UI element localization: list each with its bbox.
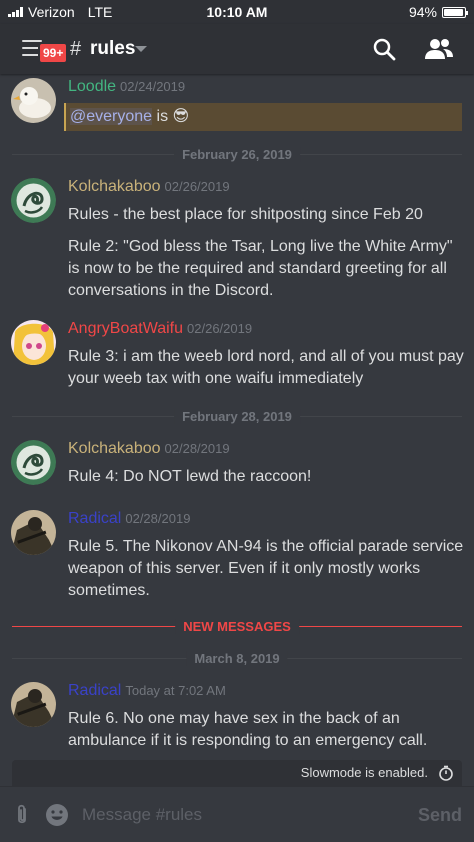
date-divider: March 8, 2019 xyxy=(12,651,462,666)
chevron-down-icon[interactable] xyxy=(135,46,147,52)
channel-header: 99+ # rules xyxy=(0,24,474,74)
avatar[interactable] xyxy=(11,178,56,223)
message-text: Rule 4: Do NOT lewd the raccoon! xyxy=(68,468,312,485)
slowmode-bar: Slowmode is enabled. xyxy=(12,760,462,786)
clock: 10:10 AM xyxy=(206,4,268,20)
message-timestamp: 02/28/2019 xyxy=(164,441,230,456)
message-text: Rule 5. The Nikonov AN-94 is the officia… xyxy=(68,538,464,599)
message-timestamp: Today at 7:02 AM xyxy=(125,683,226,698)
author-name[interactable]: Kolchakaboo xyxy=(68,178,161,195)
message-timestamp: 02/26/2019 xyxy=(164,179,230,194)
message-input[interactable] xyxy=(82,805,402,825)
stopwatch-icon xyxy=(439,765,453,781)
message-text: Rule 6. No one may have sex in the back … xyxy=(68,710,428,749)
emoji-icon[interactable] xyxy=(45,803,69,827)
message-list[interactable]: Loodle 02/24/2019 @everyone is 😎 February… xyxy=(0,74,474,760)
divider-label: NEW MESSAGES xyxy=(175,619,299,634)
message-timestamp: 02/26/2019 xyxy=(187,321,253,336)
avatar[interactable] xyxy=(11,440,56,485)
hash-icon: # xyxy=(70,38,82,60)
message-text: is 😎 xyxy=(152,108,190,125)
avatar[interactable] xyxy=(11,682,56,727)
status-bar: Verizon LTE 10:10 AM 94% xyxy=(0,0,474,24)
date-divider: February 26, 2019 xyxy=(12,147,462,162)
author-name[interactable]: Radical xyxy=(68,510,121,527)
message-composer: Send xyxy=(0,786,474,842)
mention-highlight: @everyone is 😎 xyxy=(64,103,462,131)
divider-label: March 8, 2019 xyxy=(186,651,288,666)
mention-everyone[interactable]: @everyone xyxy=(70,108,153,125)
send-button[interactable]: Send xyxy=(418,805,462,826)
search-icon[interactable] xyxy=(372,37,396,61)
author-name[interactable]: Radical xyxy=(68,682,121,699)
author-name[interactable]: AngryBoatWaifu xyxy=(68,320,183,337)
message-text: Rules - the best place for shitposting s… xyxy=(68,206,423,223)
slowmode-text: Slowmode is enabled. xyxy=(300,765,428,780)
divider-label: February 28, 2019 xyxy=(174,409,300,424)
unread-badge: 99+ xyxy=(38,42,69,64)
channel-name[interactable]: rules xyxy=(90,38,135,60)
battery-icon xyxy=(442,6,468,18)
avatar[interactable] xyxy=(11,320,56,365)
message-text: Rule 2: "God bless the Tsar, Long live t… xyxy=(68,238,453,299)
message-timestamp: 02/28/2019 xyxy=(125,511,191,526)
battery-percent: 94% xyxy=(408,4,437,20)
date-divider: February 28, 2019 xyxy=(12,409,462,424)
new-messages-divider: NEW MESSAGES xyxy=(12,619,462,634)
message-timestamp: 02/24/2019 xyxy=(120,79,186,94)
author-name[interactable]: Loodle xyxy=(68,78,116,95)
avatar[interactable] xyxy=(11,78,56,123)
message-text: Rule 3: i am the weeb lord nord, and all… xyxy=(68,348,464,387)
divider-label: February 26, 2019 xyxy=(174,147,300,162)
paperclip-icon[interactable] xyxy=(12,803,32,827)
members-icon[interactable] xyxy=(424,37,454,61)
author-name[interactable]: Kolchakaboo xyxy=(68,440,161,457)
avatar[interactable] xyxy=(11,510,56,555)
